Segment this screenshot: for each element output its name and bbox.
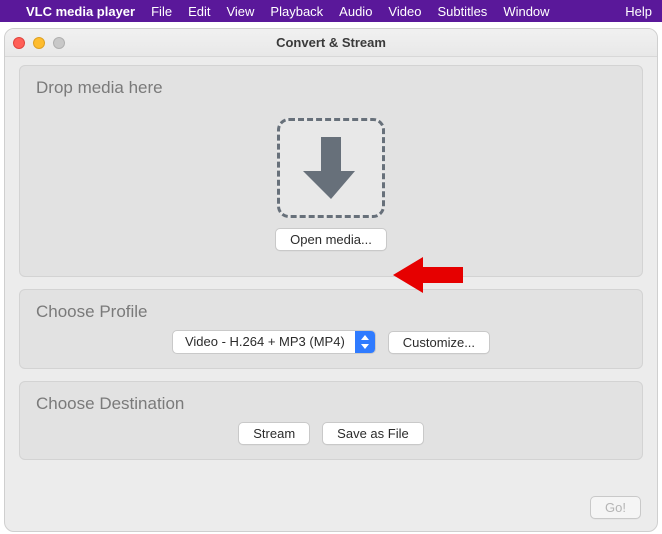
- convert-stream-window: Convert & Stream Drop media here Open me…: [4, 28, 658, 532]
- menu-help[interactable]: Help: [625, 4, 652, 19]
- menu-window[interactable]: Window: [503, 4, 549, 19]
- open-media-button[interactable]: Open media...: [275, 228, 387, 251]
- choose-profile-panel: Choose Profile Video - H.264 + MP3 (MP4)…: [19, 289, 643, 369]
- window-controls: [13, 37, 65, 49]
- choose-profile-title: Choose Profile: [36, 302, 626, 322]
- drop-media-title: Drop media here: [36, 78, 626, 98]
- drop-media-area[interactable]: Open media...: [36, 106, 626, 262]
- drop-media-panel: Drop media here Open media...: [19, 65, 643, 277]
- stream-button[interactable]: Stream: [238, 422, 310, 445]
- minimize-window-button[interactable]: [33, 37, 45, 49]
- menu-playback[interactable]: Playback: [270, 4, 323, 19]
- arrow-down-icon: [303, 133, 359, 203]
- titlebar: Convert & Stream: [5, 29, 657, 57]
- menubar: VLC media player File Edit View Playback…: [0, 0, 662, 22]
- choose-destination-panel: Choose Destination Stream Save as File: [19, 381, 643, 460]
- zoom-window-button[interactable]: [53, 37, 65, 49]
- window-title: Convert & Stream: [276, 35, 386, 50]
- customize-profile-button[interactable]: Customize...: [388, 331, 490, 354]
- menu-subtitles[interactable]: Subtitles: [437, 4, 487, 19]
- menu-file[interactable]: File: [151, 4, 172, 19]
- menu-edit[interactable]: Edit: [188, 4, 210, 19]
- menu-video[interactable]: Video: [388, 4, 421, 19]
- drop-target-icon: [277, 118, 385, 218]
- go-button[interactable]: Go!: [590, 496, 641, 519]
- close-window-button[interactable]: [13, 37, 25, 49]
- app-menu[interactable]: VLC media player: [26, 4, 135, 19]
- profile-select-value: Video - H.264 + MP3 (MP4): [173, 331, 355, 353]
- profile-select-stepper-icon: [355, 331, 375, 353]
- profile-select[interactable]: Video - H.264 + MP3 (MP4): [172, 330, 376, 354]
- choose-destination-title: Choose Destination: [36, 394, 626, 414]
- menu-view[interactable]: View: [226, 4, 254, 19]
- save-as-file-button[interactable]: Save as File: [322, 422, 424, 445]
- menu-audio[interactable]: Audio: [339, 4, 372, 19]
